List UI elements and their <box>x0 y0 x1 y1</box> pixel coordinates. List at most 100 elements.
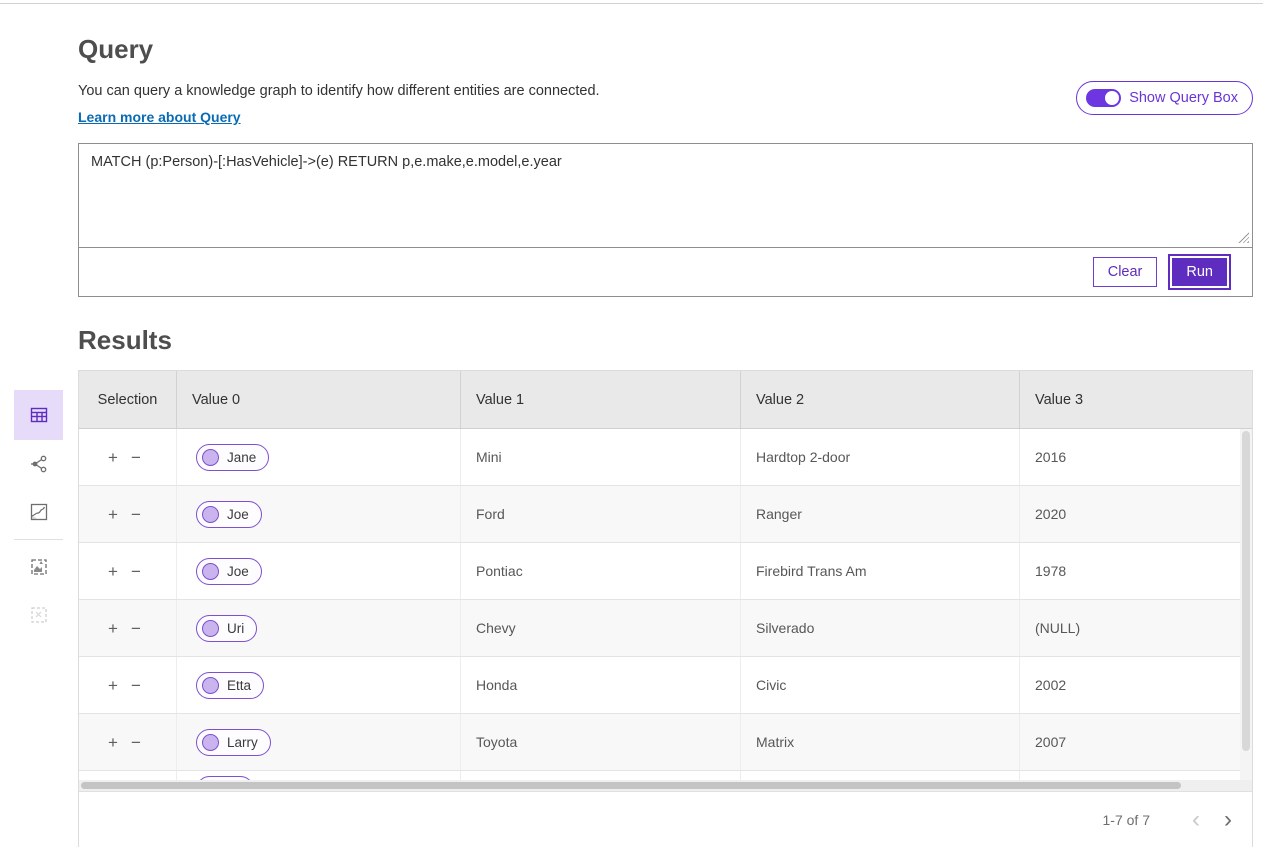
selection-cell: + − <box>79 600 176 656</box>
entity-cell: Uri <box>176 600 460 656</box>
query-page: Query You can query a knowledge graph to… <box>78 0 1253 847</box>
table-view-icon <box>29 405 49 425</box>
query-footer: Clear Run <box>79 247 1252 296</box>
sidebar-item-new-map-from-selection[interactable] <box>14 543 63 591</box>
vertical-scrollbar[interactable] <box>1240 429 1252 780</box>
value1-cell: Ford <box>460 486 740 542</box>
value1-cell: Honda <box>460 657 740 713</box>
entity-node-icon <box>202 677 219 694</box>
table-row <box>79 771 1252 780</box>
entity-pill[interactable]: Jane <box>196 444 269 471</box>
entity-pill[interactable]: Joe <box>196 558 262 585</box>
table-body: + − Jane Mini Hardtop 2-door 2016 + − <box>79 428 1252 780</box>
clear-button[interactable]: Clear <box>1093 257 1158 287</box>
selection-icon <box>29 605 49 625</box>
entity-node-icon <box>202 449 219 466</box>
table-row: + − Joe Ford Ranger 2020 <box>79 486 1252 543</box>
column-header-value0: Value 0 <box>176 371 460 428</box>
remove-from-selection-button[interactable]: − <box>131 620 141 637</box>
remove-from-selection-button[interactable]: − <box>131 677 141 694</box>
entity-pill[interactable]: Etta <box>196 672 264 699</box>
column-header-value1: Value 1 <box>460 371 740 428</box>
value2-cell: Hardtop 2-door <box>740 429 1019 485</box>
entity-cell <box>176 771 460 780</box>
value1-cell <box>460 771 740 780</box>
value1-cell: Toyota <box>460 714 740 770</box>
value1-cell: Pontiac <box>460 543 740 599</box>
value3-cell: (NULL) <box>1019 600 1252 656</box>
column-header-selection: Selection <box>79 371 176 428</box>
value3-cell: 2016 <box>1019 429 1252 485</box>
remove-from-selection-button[interactable]: − <box>131 563 141 580</box>
entity-cell: Joe <box>176 486 460 542</box>
selection-cell: + − <box>79 657 176 713</box>
value1-cell: Chevy <box>460 600 740 656</box>
entity-cell: Joe <box>176 543 460 599</box>
column-header-value3: Value 3 <box>1019 371 1252 428</box>
sidebar-item-table-view[interactable] <box>14 390 63 440</box>
sidebar-item-map-view[interactable] <box>14 488 63 536</box>
table-row: + − Joe Pontiac Firebird Trans Am 1978 <box>79 543 1252 600</box>
value2-cell: Firebird Trans Am <box>740 543 1019 599</box>
remove-from-selection-button[interactable]: − <box>131 506 141 523</box>
results-view-toolbar <box>14 390 63 639</box>
entity-name: Uri <box>227 621 244 636</box>
table-row: + − Larry Toyota Matrix 2007 <box>79 714 1252 771</box>
value2-cell: Silverado <box>740 600 1019 656</box>
add-to-selection-button[interactable]: + <box>108 620 118 637</box>
entity-node-icon <box>202 506 219 523</box>
previous-page-icon[interactable]: ‹ <box>1192 808 1200 832</box>
value3-cell: 2020 <box>1019 486 1252 542</box>
entity-name: Joe <box>227 507 249 522</box>
learn-more-link[interactable]: Learn more about Query <box>78 109 241 125</box>
horizontal-scrollbar-thumb[interactable] <box>81 782 1181 789</box>
table-header-row: Selection Value 0 Value 1 Value 2 Value … <box>79 371 1252 428</box>
value2-cell: Matrix <box>740 714 1019 770</box>
entity-node-icon <box>202 563 219 580</box>
add-to-selection-button[interactable]: + <box>108 449 118 466</box>
results-title: Results <box>78 325 1253 356</box>
value3-cell: 1978 <box>1019 543 1252 599</box>
sidebar-item-link-chart-view[interactable] <box>14 440 63 488</box>
run-button[interactable]: Run <box>1170 256 1229 288</box>
horizontal-scrollbar[interactable] <box>79 780 1252 791</box>
value3-cell: 2002 <box>1019 657 1252 713</box>
add-to-selection-button[interactable]: + <box>108 677 118 694</box>
sidebar-item-selection-tool <box>14 591 63 639</box>
remove-from-selection-button[interactable]: − <box>131 734 141 751</box>
entity-cell: Larry <box>176 714 460 770</box>
entity-node-icon <box>202 620 219 637</box>
column-header-value2: Value 2 <box>740 371 1019 428</box>
show-query-box-toggle[interactable]: Show Query Box <box>1076 81 1253 115</box>
selection-cell <box>79 771 176 780</box>
selection-cell: + − <box>79 543 176 599</box>
entity-name: Joe <box>227 564 249 579</box>
results-table: Selection Value 0 Value 1 Value 2 Value … <box>78 370 1253 847</box>
selection-cell: + − <box>79 429 176 485</box>
entity-cell: Jane <box>176 429 460 485</box>
entity-cell: Etta <box>176 657 460 713</box>
selection-cell: + − <box>79 714 176 770</box>
next-page-icon[interactable]: › <box>1224 808 1232 832</box>
page-range-label: 1-7 of 7 <box>1103 812 1150 828</box>
entity-name: Jane <box>227 450 256 465</box>
add-to-selection-button[interactable]: + <box>108 506 118 523</box>
entity-pill[interactable]: Joe <box>196 501 262 528</box>
entity-node-icon <box>202 734 219 751</box>
add-to-selection-button[interactable]: + <box>108 734 118 751</box>
remove-from-selection-button[interactable]: − <box>131 449 141 466</box>
query-input[interactable]: MATCH (p:Person)-[:HasVehicle]->(e) RETU… <box>79 144 1252 247</box>
selection-cell: + − <box>79 486 176 542</box>
entity-pill[interactable]: Larry <box>196 729 271 756</box>
value3-cell <box>1019 771 1252 780</box>
vertical-scrollbar-thumb[interactable] <box>1242 431 1250 751</box>
value2-cell <box>740 771 1019 780</box>
entity-name: Etta <box>227 678 251 693</box>
entity-pill[interactable]: Uri <box>196 615 257 642</box>
new-map-icon <box>29 557 49 577</box>
add-to-selection-button[interactable]: + <box>108 563 118 580</box>
link-chart-icon <box>29 454 49 474</box>
value3-cell: 2007 <box>1019 714 1252 770</box>
entity-name: Larry <box>227 735 258 750</box>
table-row: + − Uri Chevy Silverado (NULL) <box>79 600 1252 657</box>
